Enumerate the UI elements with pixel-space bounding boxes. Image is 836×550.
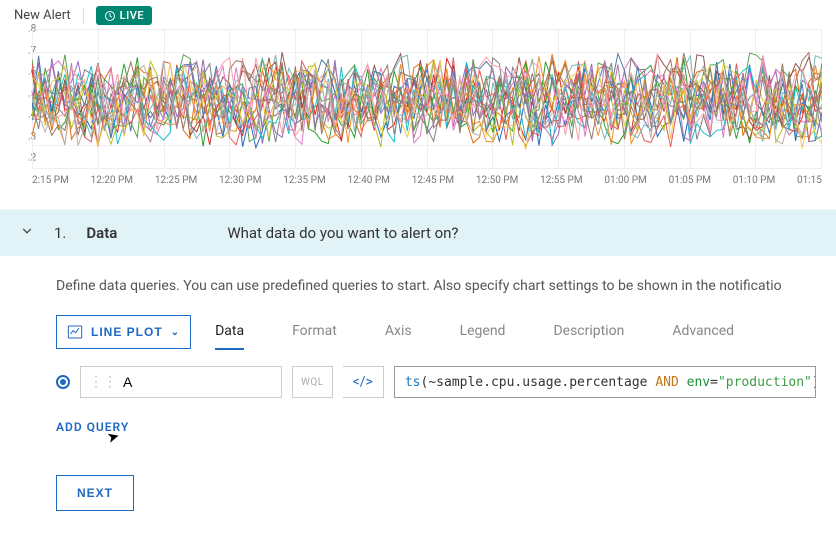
add-query-button[interactable]: ADD QUERY ➤ (56, 420, 129, 434)
x-tick-label: 12:30 PM (219, 175, 261, 186)
drag-handle-icon[interactable]: ⋮⋮ (89, 374, 117, 390)
x-tick-label: 12:55 PM (540, 175, 582, 186)
x-tick-label: 12:40 PM (347, 175, 389, 186)
page-title: New Alert (14, 8, 71, 23)
query-radio[interactable] (56, 375, 70, 389)
x-tick-label: 12:25 PM (155, 175, 197, 186)
plot-type-label: LINE PLOT (91, 325, 163, 339)
chart-lines (32, 29, 822, 169)
clock-icon (104, 10, 116, 22)
tab-data[interactable]: Data (215, 314, 244, 350)
x-tick-label: 12:50 PM (476, 175, 518, 186)
plot-type-dropdown[interactable]: LINE PLOT ⌄ (56, 315, 191, 349)
step-header[interactable]: 1. Data What data do you want to alert o… (0, 209, 836, 256)
x-tick-label: 01:15 (797, 175, 822, 186)
x-tick-label: 01:05 PM (669, 175, 711, 186)
tab-advanced[interactable]: Advanced (672, 314, 734, 350)
x-tick-label: 12:45 PM (412, 175, 454, 186)
tab-description[interactable]: Description (553, 314, 624, 350)
wql-button[interactable]: WQL (292, 366, 333, 398)
x-tick-label: 12:20 PM (91, 175, 133, 186)
query-row: ⋮⋮ WQL </> ts(~sample.cpu.usage.percenta… (56, 366, 816, 398)
tab-legend[interactable]: Legend (460, 314, 506, 350)
x-tick-label: 01:00 PM (604, 175, 646, 186)
step-question: What data do you want to alert on? (227, 224, 458, 242)
tab-format[interactable]: Format (292, 314, 337, 350)
next-button[interactable]: NEXT (56, 475, 134, 511)
x-axis: 2:15 PM 12:20 PM 12:25 PM 12:30 PM 12:35 PM 1… (32, 175, 822, 186)
settings-tabs: Data Format Axis Legend Description Advanced (215, 314, 734, 350)
step-name: Data (86, 224, 117, 242)
x-tick-label: 01:10 PM (733, 175, 775, 186)
line-chart-icon (67, 324, 83, 340)
query-expression-input[interactable]: ts(~sample.cpu.usage.percentage AND env=… (394, 366, 816, 398)
preview-chart: .8.7.6.5.4.3.2 2:15 PM12:20 PM12:25 PM12… (0, 29, 836, 199)
divider (83, 8, 84, 24)
x-tick-label: 2:15 PM (32, 175, 69, 186)
code-icon: </> (353, 374, 373, 390)
step-number: 1. (54, 224, 66, 242)
query-name-field[interactable]: ⋮⋮ (80, 366, 282, 398)
step-description: Define data queries. You can use predefi… (56, 278, 816, 294)
code-toggle-button[interactable]: </> (343, 366, 384, 398)
live-label: LIVE (120, 9, 144, 22)
live-badge[interactable]: LIVE (96, 6, 152, 25)
query-name-input[interactable] (123, 374, 273, 390)
chevron-down-icon[interactable] (20, 224, 34, 242)
tab-axis[interactable]: Axis (385, 314, 412, 350)
chevron-down-icon: ⌄ (171, 327, 180, 338)
x-tick-label: 12:35 PM (283, 175, 325, 186)
